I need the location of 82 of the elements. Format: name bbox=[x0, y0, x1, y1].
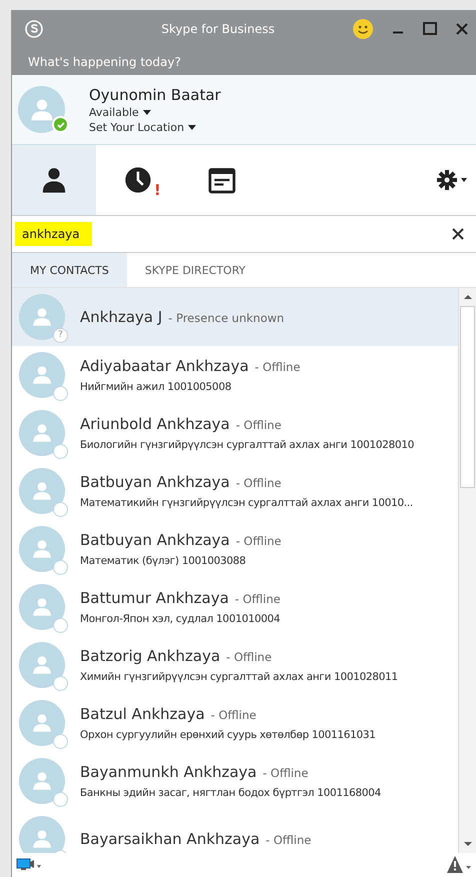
history-tab[interactable]: ! bbox=[96, 145, 180, 215]
alert-mark: ! bbox=[154, 181, 161, 199]
person-icon bbox=[31, 306, 53, 328]
contact-status: - Offline bbox=[236, 418, 282, 432]
contact-department: Орхон сургуулийн ерөнхий суурь хөтөлбөр 1001161031 bbox=[80, 729, 376, 741]
scroll-thumb[interactable] bbox=[460, 306, 475, 488]
person-icon bbox=[31, 538, 53, 560]
contact-item[interactable]: Bayanmunkh Ankhzaya - Offline Банкны эдийн засаг, нягтлан бодох бүртгэл 1001168004 bbox=[12, 752, 458, 810]
caret-icon bbox=[188, 124, 196, 130]
search-text: ankhzaya bbox=[15, 222, 92, 246]
contact-department: Математикийн гүнзгийрүүлсэн сургалттай ахлах анги 10010... bbox=[80, 497, 413, 509]
contact-status: - Presence unknown bbox=[168, 311, 284, 325]
contact-item[interactable]: Ariunbold Ankhzaya - Offline Биологийн гүнзгийрүүлсэн сургалттай ахлах анги 1001028010 bbox=[12, 404, 458, 462]
contact-name: Bayarsaikhan Ankhzaya bbox=[80, 830, 260, 848]
close-icon bbox=[455, 22, 469, 36]
warning-menu-button[interactable] bbox=[446, 855, 472, 875]
monitor-icon bbox=[16, 857, 42, 873]
user-name: Oyunomin Baatar bbox=[89, 86, 221, 104]
contact-status: - Offline bbox=[226, 650, 272, 664]
contacts-tab[interactable] bbox=[12, 145, 96, 215]
status-message-field[interactable]: What's happening today? bbox=[28, 54, 288, 68]
maximize-button[interactable] bbox=[422, 21, 438, 37]
location-dropdown[interactable]: Set Your Location bbox=[89, 120, 196, 134]
caret-icon bbox=[142, 110, 151, 114]
contact-name: Ariunbold Ankhzaya bbox=[80, 415, 230, 433]
contact-department: Нийгмийн ажил 1001005008 bbox=[80, 381, 232, 393]
contact-status: - Offline bbox=[236, 476, 282, 490]
contact-item[interactable]: Batzul Ankhzaya - Offline Орхон сургуулийн ерөнхий суурь хөтөлбөр 1001161031 bbox=[12, 694, 458, 752]
contacts-tab[interactable]: MY CONTACTS bbox=[12, 253, 127, 287]
close-button[interactable] bbox=[454, 21, 470, 37]
person-icon bbox=[40, 166, 68, 194]
check-icon bbox=[56, 120, 66, 130]
contact-status: - Offline bbox=[236, 534, 282, 548]
presence-indicator: ? bbox=[53, 328, 68, 343]
contact-status: - Offline bbox=[254, 360, 300, 374]
contact-item[interactable]: Batbuyan Ankhzaya - Offline Математикийн гүнзгийрүүлсэн сургалттай ахлах анги 10010... bbox=[12, 462, 458, 520]
person-icon bbox=[31, 596, 53, 618]
contact-department: Биологийн гүнзгийрүүлсэн сургалттай ахлах анги 1001028010 bbox=[80, 439, 414, 451]
person-icon bbox=[31, 712, 53, 734]
contacts-tab[interactable]: SKYPE DIRECTORY bbox=[126, 253, 264, 287]
calendar-icon bbox=[207, 165, 237, 195]
contact-item[interactable]: Batzorig Ankhzaya - Offline Химийн гүнзгийрүүлсэн сургалттай ахлах анги 1001028011 bbox=[12, 636, 458, 694]
contact-status: - Offline bbox=[262, 766, 308, 780]
availability-dropdown[interactable]: Available bbox=[89, 106, 151, 118]
person-icon bbox=[31, 364, 53, 386]
person-icon bbox=[31, 828, 53, 850]
contact-status: - Offline bbox=[266, 833, 312, 847]
contact-item[interactable]: Adiyabaatar Ankhzaya - Offline Нийгмийн ажил 1001005008 bbox=[12, 346, 458, 404]
scrollbar[interactable] bbox=[458, 288, 476, 853]
smiley-icon[interactable] bbox=[352, 18, 374, 40]
contact-item[interactable]: ? Ankhzaya J - Presence unknown bbox=[12, 288, 458, 346]
contact-item[interactable]: Battumur Ankhzaya - Offline Монгол-Япон хэл, судлал 1001010004 bbox=[12, 578, 458, 636]
contact-department: Монгол-Япон хэл, судлал 1001010004 bbox=[80, 613, 280, 625]
clock-icon bbox=[124, 166, 152, 194]
settings-icon bbox=[436, 168, 468, 192]
person-icon bbox=[31, 654, 53, 676]
contact-name: Bayanmunkh Ankhzaya bbox=[80, 763, 257, 781]
contact-status: - Offline bbox=[210, 708, 256, 722]
skype-logo-icon bbox=[24, 19, 44, 39]
contact-name: Adiyabaatar Ankhzaya bbox=[80, 357, 249, 375]
contact-item[interactable]: Batbuyan Ankhzaya - Offline Математик (бүлэг) 1001003088 bbox=[12, 520, 458, 578]
close-icon bbox=[452, 228, 464, 240]
contact-name: Ankhzaya J bbox=[80, 308, 162, 326]
contact-name: Batbuyan Ankhzaya bbox=[80, 531, 230, 549]
contact-name: Battumur Ankhzaya bbox=[80, 589, 229, 607]
window-title: Skype for Business bbox=[160, 22, 276, 36]
person-icon bbox=[31, 480, 53, 502]
contact-name: Batbuyan Ankhzaya bbox=[80, 473, 230, 491]
person-icon bbox=[31, 422, 53, 444]
clear-search-button[interactable] bbox=[450, 226, 466, 242]
device-menu-button[interactable] bbox=[16, 857, 42, 873]
contact-department: Математик (бүлэг) 1001003088 bbox=[80, 555, 247, 567]
contact-department: Химийн гүнзгийрүүлсэн сургалттай ахлах анги 1001028011 bbox=[80, 671, 398, 683]
person-icon bbox=[31, 770, 53, 792]
contact-status: - Offline bbox=[234, 592, 280, 606]
minimize-icon bbox=[393, 31, 403, 34]
search-field[interactable]: ankhzaya bbox=[12, 216, 476, 253]
contact-department: Банкны эдийн засаг, нягтлан бодох бүртгэл 1001168004 bbox=[80, 787, 381, 799]
maximize-icon bbox=[423, 22, 437, 36]
contact-item[interactable]: Bayarsaikhan Ankhzaya - Offline bbox=[12, 810, 458, 853]
contact-name: Batzorig Ankhzaya bbox=[80, 647, 220, 665]
contact-name: Batzul Ankhzaya bbox=[80, 705, 205, 723]
